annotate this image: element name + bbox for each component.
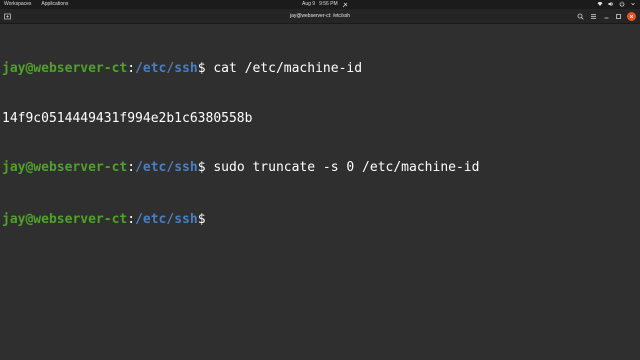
- search-icon: [577, 13, 584, 20]
- maximize-icon: [616, 14, 621, 19]
- prompt-path: /etc/ssh: [135, 61, 198, 76]
- network-icon[interactable]: [597, 1, 603, 7]
- command-text: sudo truncate -s 0 /etc/machine-id: [205, 160, 480, 175]
- workspaces-button[interactable]: Workspaces: [4, 0, 31, 9]
- prompt-path: /etc/ssh: [135, 160, 198, 175]
- power-icon[interactable]: [619, 1, 625, 7]
- clock[interactable]: Aug 9 9:56 PM: [302, 0, 348, 9]
- close-icon: [629, 14, 634, 19]
- window-title: jay@webserver-ct: /etc/ssh: [289, 13, 351, 19]
- terminal-area[interactable]: jay@webserver-ct:/etc/ssh$ cat /etc/mach…: [0, 25, 640, 360]
- minimize-icon: [604, 17, 609, 19]
- minimize-button[interactable]: [602, 12, 611, 21]
- new-tab-button[interactable]: [3, 12, 12, 21]
- maximize-button[interactable]: [614, 12, 623, 21]
- command-text: cat /etc/machine-id: [205, 61, 363, 76]
- terminal-line: 14f9c0514449431f994e2b1c6380558b: [2, 111, 640, 128]
- menu-icon: [591, 14, 596, 19]
- clock-date: Aug 9: [302, 1, 316, 7]
- applications-button[interactable]: Applications: [41, 0, 68, 9]
- prompt-user: jay@webserver-ct: [2, 61, 128, 76]
- terminal-line: jay@webserver-ct:/etc/ssh$ cat /etc/mach…: [2, 61, 363, 76]
- terminal-line: jay@webserver-ct:/etc/ssh$ sudo truncate…: [2, 160, 480, 175]
- settings-icon[interactable]: [630, 1, 636, 7]
- menu-button[interactable]: [589, 12, 598, 21]
- clock-time: 9:56 PM: [319, 1, 338, 7]
- volume-icon[interactable]: [608, 1, 614, 7]
- top-panel: Workspaces Applications Aug 9 9:56 PM: [0, 0, 640, 9]
- close-button[interactable]: [627, 12, 636, 21]
- terminal-line: jay@webserver-ct:/etc/ssh$: [2, 211, 206, 227]
- prompt-user: jay@webserver-ct: [2, 160, 128, 175]
- prompt-user: jay@webserver-ct: [2, 211, 128, 227]
- search-button[interactable]: [576, 12, 585, 21]
- new-tab-icon: [4, 13, 11, 20]
- notification-icon: [342, 2, 348, 8]
- prompt-path: /etc/ssh: [135, 211, 198, 227]
- output-text: 14f9c0514449431f994e2b1c6380558b: [2, 110, 253, 126]
- terminal-titlebar[interactable]: jay@webserver-ct: /etc/ssh: [0, 9, 640, 24]
